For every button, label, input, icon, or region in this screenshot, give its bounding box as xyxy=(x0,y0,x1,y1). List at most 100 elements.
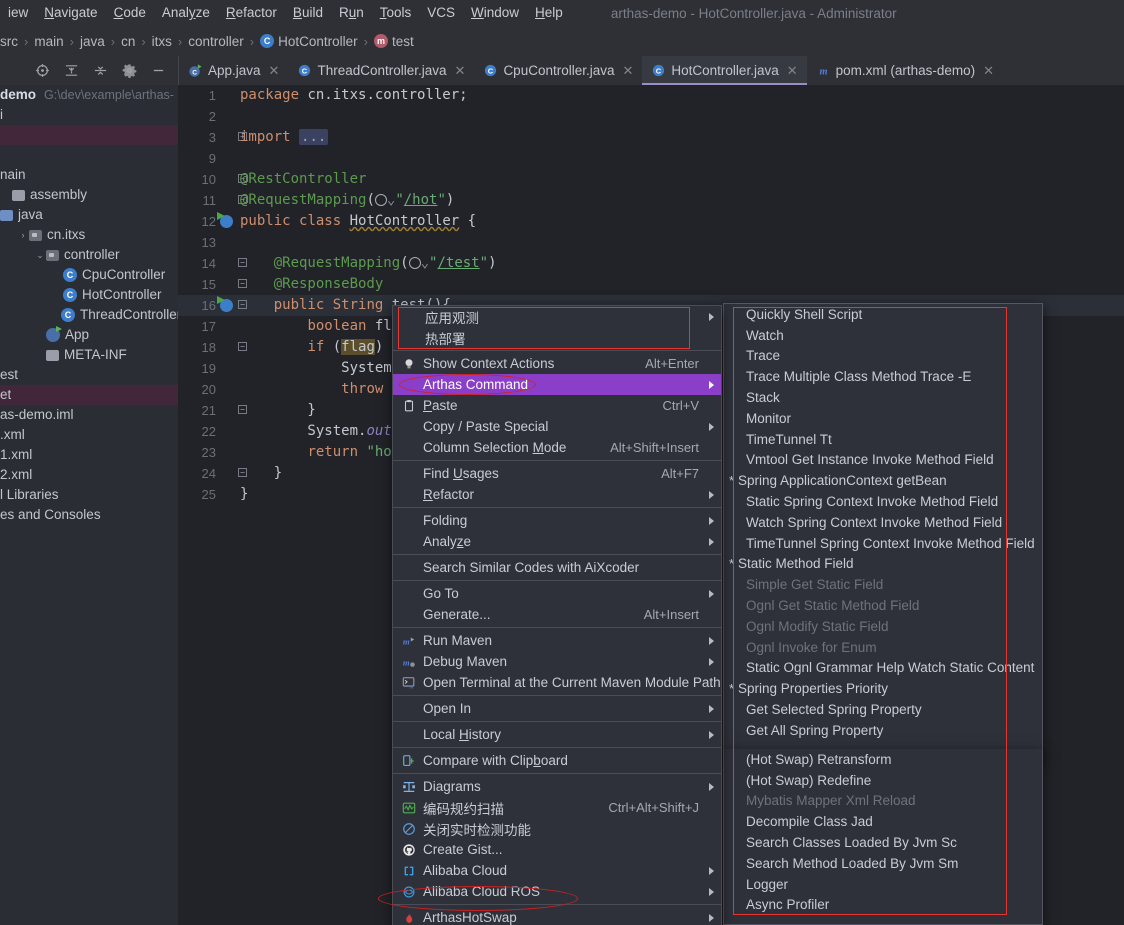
close-icon[interactable]: ✕ xyxy=(455,63,466,79)
menu-item-refactor[interactable]: Refactor xyxy=(393,484,721,505)
menu-window[interactable]: Window xyxy=(463,0,527,26)
breadcrumb-item-cn[interactable]: cn xyxy=(121,34,135,49)
arthas-item-watch-spring-context-invoke-method-field[interactable]: Watch Spring Context Invoke Method Field xyxy=(724,512,1042,533)
menu-item-generate[interactable]: Generate... Alt+Insert xyxy=(393,604,721,625)
menu-item-search-similar-codes-with-aixcoder[interactable]: Search Similar Codes with AiXcoder xyxy=(393,557,721,578)
close-icon[interactable]: ✕ xyxy=(983,63,994,79)
menu-item-[interactable]: 应用观测 xyxy=(393,306,721,327)
menu-item-open-terminal-at-the-current-maven-module-path[interactable]: m Open Terminal at the Current Maven Modu… xyxy=(393,672,721,693)
breadcrumb-item-java[interactable]: java xyxy=(80,34,105,49)
arthas-item-monitor[interactable]: Monitor xyxy=(724,408,1042,429)
arthas-item-decompile-class-jad[interactable]: Decompile Class Jad xyxy=(724,811,1042,832)
code-line-1[interactable]: 1 package cn.itxs.controller; xyxy=(178,85,1124,106)
breadcrumb[interactable]: src › main › java › cn › itxs › controller › C HotCon… xyxy=(0,26,1124,56)
menu-item-compare-with-clipboard[interactable]: Compare with Clipboard xyxy=(393,750,721,771)
tree-item-java[interactable]: java xyxy=(0,205,178,225)
arthas-item-trace-multiple-class-method-trace-e[interactable]: Trace Multiple Class Method Trace -E xyxy=(724,366,1042,387)
tree-item-as-demo.iml[interactable]: as-demo.iml xyxy=(0,405,178,425)
arthas-item-search-method-loaded-by-jvm-sm[interactable]: Search Method Loaded By Jvm Sm xyxy=(724,853,1042,874)
breadcrumb-item-test[interactable]: m test xyxy=(374,34,414,49)
code-line-10[interactable]: 10− @RestController xyxy=(178,169,1124,190)
menu-item-diagrams[interactable]: Diagrams xyxy=(393,776,721,797)
menu-item-[interactable]: 热部署 xyxy=(393,327,721,348)
tree-item-1.xml[interactable]: 1.xml xyxy=(0,445,178,465)
arthas-item-logger[interactable]: Logger xyxy=(724,874,1042,895)
tree-item-.xml[interactable]: .xml xyxy=(0,425,178,445)
breadcrumb-item-src[interactable]: src xyxy=(0,34,18,49)
arthas-item-search-classes-loaded-by-jvm-sc[interactable]: Search Classes Loaded By Jvm Sc xyxy=(724,832,1042,853)
arthas-item-vmtool-get-instance-invoke-method-field[interactable]: Vmtool Get Instance Invoke Method Field xyxy=(724,450,1042,471)
menu-item-open-in[interactable]: Open In xyxy=(393,698,721,719)
menu-item-[interactable]: 编码规约扫描 Ctrl+Alt+Shift+J xyxy=(393,797,721,818)
menu-item-alibaba-cloud[interactable]: Alibaba Cloud xyxy=(393,860,721,881)
editor-tab-pom-xml-arthas-demo-[interactable]: m pom.xml (arthas-demo) ✕ xyxy=(807,56,1003,85)
settings-gear-icon[interactable] xyxy=(122,63,137,79)
tree-item[interactable] xyxy=(0,145,178,165)
tree-item-est[interactable]: est xyxy=(0,365,178,385)
menu-tools[interactable]: Tools xyxy=(372,0,420,26)
code-line-13[interactable]: 13 xyxy=(178,232,1124,253)
menu-item-debug-maven[interactable]: m Debug Maven xyxy=(393,651,721,672)
arthas-item-static-ognl-grammar-help-watch-static-content[interactable]: Static Ognl Grammar Help Watch Static Co… xyxy=(724,658,1042,679)
code-line-15[interactable]: 15− @ResponseBody xyxy=(178,274,1124,295)
tree-item-cpucontroller[interactable]: C CpuController xyxy=(0,265,178,285)
tree-item-i[interactable]: i xyxy=(0,105,178,125)
editor-tab-app-java[interactable]: C App.java ✕ xyxy=(179,56,288,85)
menu-item-[interactable]: 关闭实时检测功能 xyxy=(393,818,721,839)
tree-item-threadcontroller[interactable]: C ThreadController xyxy=(0,305,178,325)
arthas-item-static-method-field[interactable]: * Static Method Field xyxy=(724,554,1042,575)
arthas-item-static-spring-context-invoke-method-field[interactable]: Static Spring Context Invoke Method Fiel… xyxy=(724,491,1042,512)
tree-item-et[interactable]: et xyxy=(0,385,178,405)
code-line-14[interactable]: 14− @RequestMapping(⌄"/test") xyxy=(178,253,1124,274)
menu-item-folding[interactable]: Folding xyxy=(393,510,721,531)
chevron-down-icon[interactable]: ⌄ xyxy=(34,245,46,265)
menu-run[interactable]: Run xyxy=(331,0,372,26)
editor-context-menu[interactable]: 应用观测 热部署 Show Context Actions Alt+Enter Arth… xyxy=(392,305,722,925)
code-line-3[interactable]: 3 + import ... xyxy=(178,127,1124,148)
code-line-12[interactable]: 12 public class HotController { xyxy=(178,211,1124,232)
collapse-all-icon[interactable] xyxy=(93,63,108,78)
menu-item-analyze[interactable]: Analyze xyxy=(393,531,721,552)
arthas-item-get-all-spring-property[interactable]: Get All Spring Property xyxy=(724,720,1042,741)
close-icon[interactable]: ✕ xyxy=(787,63,798,79)
tree-item[interactable] xyxy=(0,125,178,145)
arthas-item-quickly-shell-script[interactable]: Quickly Shell Script xyxy=(724,304,1042,325)
arthas-item-spring-properties-priority[interactable]: * Spring Properties Priority xyxy=(724,678,1042,699)
menu-item-show-context-actions[interactable]: Show Context Actions Alt+Enter xyxy=(393,353,721,374)
tree-item-demo[interactable]: demo G:\dev\example\arthas- xyxy=(0,85,178,105)
tree-item-es-and-consoles[interactable]: es and Consoles xyxy=(0,505,178,525)
arthas-item-spring-applicationcontext-getbean[interactable]: * Spring ApplicationContext getBean xyxy=(724,470,1042,491)
tree-item-cn.itxs[interactable]: › cn.itxs xyxy=(0,225,178,245)
menu-item-column-selection-mode[interactable]: Column Selection Mode Alt+Shift+Insert xyxy=(393,437,721,458)
menu-item-run-maven[interactable]: m Run Maven xyxy=(393,630,721,651)
editor-tab-cpucontroller-java[interactable]: C CpuController.java ✕ xyxy=(474,56,642,85)
hide-minus-icon[interactable] xyxy=(151,63,166,78)
menu-navigate[interactable]: Navigate xyxy=(36,0,105,26)
menu-vcs[interactable]: VCS xyxy=(419,0,463,26)
tree-item-l-libraries[interactable]: l Libraries xyxy=(0,485,178,505)
arthas-item-get-selected-spring-property[interactable]: Get Selected Spring Property xyxy=(724,699,1042,720)
menu-item-alibaba-cloud-ros[interactable]: Alibaba Cloud ROS xyxy=(393,881,721,902)
menu-build[interactable]: Build xyxy=(285,0,331,26)
menu-item-go-to[interactable]: Go To xyxy=(393,583,721,604)
arthas-item-hot-swap-retransform[interactable]: (Hot Swap) Retransform xyxy=(724,749,1042,770)
tree-item-2.xml[interactable]: 2.xml xyxy=(0,465,178,485)
menu-iew[interactable]: iew xyxy=(0,0,36,26)
menu-item-arthashotswap[interactable]: ArthasHotSwap xyxy=(393,907,721,925)
tree-item-meta-inf[interactable]: META-INF xyxy=(0,345,178,365)
project-tool-window[interactable]: demo G:\dev\example\arthas-i nain assembly j… xyxy=(0,85,178,925)
arthas-item-timetunnel-tt[interactable]: TimeTunnel Tt xyxy=(724,429,1042,450)
menu-item-create-gist[interactable]: Create Gist... xyxy=(393,839,721,860)
arthas-command-submenu[interactable]: Quickly Shell Script Watch Trace Trace Mult… xyxy=(723,303,1043,760)
close-icon[interactable]: ✕ xyxy=(269,63,280,79)
tree-item-assembly[interactable]: assembly xyxy=(0,185,178,205)
editor-tab-hotcontroller-java[interactable]: C HotController.java ✕ xyxy=(642,56,807,85)
arthas-item-watch[interactable]: Watch xyxy=(724,325,1042,346)
code-line-11[interactable]: 11− @RequestMapping(⌄"/hot") xyxy=(178,190,1124,211)
menu-refactor[interactable]: Refactor xyxy=(218,0,285,26)
menu-help[interactable]: Help xyxy=(527,0,571,26)
editor-tab-threadcontroller-java[interactable]: C ThreadController.java ✕ xyxy=(288,56,474,85)
breadcrumb-item-main[interactable]: main xyxy=(34,34,63,49)
arthas-command-submenu-hotswap-group[interactable]: (Hot Swap) Retransform (Hot Swap) Redefin… xyxy=(723,749,1043,925)
menu-item-find-usages[interactable]: Find Usages Alt+F7 xyxy=(393,463,721,484)
